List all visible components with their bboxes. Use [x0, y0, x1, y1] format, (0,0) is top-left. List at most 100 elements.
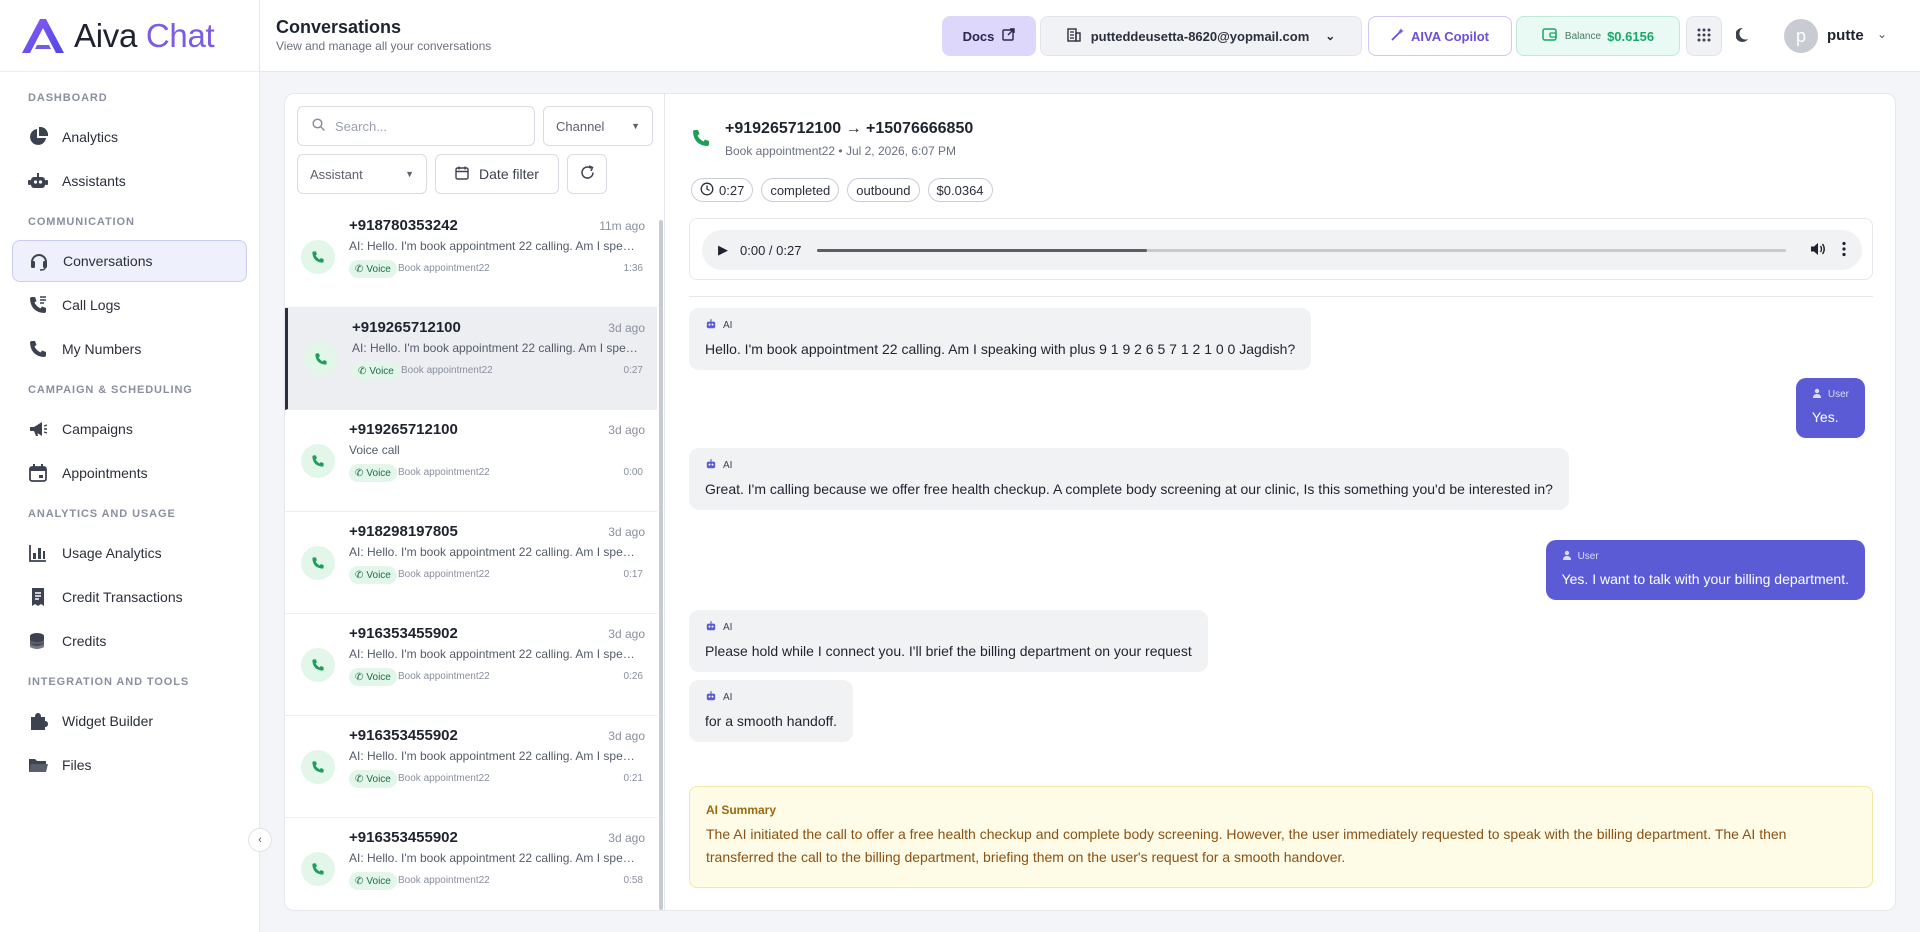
- phone-icon: ✆: [355, 467, 364, 479]
- message-bubble-ai: AI Please hold while I connect you. I'll…: [689, 610, 1208, 672]
- ai-summary-text: The AI initiated the call to offer a fre…: [706, 826, 1787, 865]
- conversation-assistant: Book appointment22: [398, 773, 490, 784]
- sidebar-item-label: Appointments: [62, 465, 148, 481]
- play-icon[interactable]: ▶: [718, 242, 728, 258]
- collapse-sidebar-button[interactable]: ‹: [248, 828, 272, 852]
- sidebar-item-assistants[interactable]: Assistants: [12, 160, 247, 202]
- phone-icon: [301, 546, 335, 580]
- sidebar-item-usage-analytics[interactable]: Usage Analytics: [12, 532, 247, 574]
- balance-display[interactable]: Balance $0.6156: [1516, 16, 1680, 56]
- volume-icon[interactable]: [1810, 241, 1826, 260]
- date-filter-button[interactable]: Date filter: [435, 154, 559, 194]
- sidebar-item-label: Analytics: [62, 129, 119, 145]
- sidebar-item-conversations[interactable]: Conversations: [12, 240, 247, 282]
- conversation-preview: Voice call: [349, 443, 400, 457]
- sidebar-item-label: Campaigns: [62, 421, 133, 437]
- docs-button[interactable]: Docs: [942, 16, 1036, 56]
- headset-icon: [31, 254, 47, 271]
- sidebar-item-my-numbers[interactable]: My Numbers: [12, 328, 247, 370]
- channel-badge-label: Voice: [366, 263, 391, 275]
- conversation-assistant: Book appointment22: [398, 671, 490, 682]
- conversation-time: 3d ago: [608, 627, 645, 641]
- sidebar-item-analytics[interactable]: Analytics: [12, 116, 247, 158]
- docs-label: Docs: [962, 28, 995, 44]
- username[interactable]: putte: [1827, 27, 1864, 44]
- message-role: User: [1577, 551, 1599, 562]
- phone-icon: [301, 444, 335, 478]
- sidebar-item-appointments[interactable]: Appointments: [12, 452, 247, 494]
- conversation-time: 3d ago: [608, 423, 645, 437]
- conversation-detail: +919265712100 → +15076666850 Book appoin…: [665, 94, 1895, 910]
- conversation-duration: 1:36: [623, 263, 643, 274]
- conversation-row[interactable]: +916353455902 3d ago AI: Hello. I'm book…: [285, 818, 657, 910]
- more-options-icon[interactable]: [1842, 241, 1846, 260]
- magic-wand-icon: [1391, 28, 1404, 44]
- caret-down-icon: ▼: [631, 121, 640, 131]
- theme-toggle-button[interactable]: [1726, 16, 1762, 56]
- refresh-button[interactable]: [567, 154, 607, 194]
- search-input[interactable]: Search...: [297, 106, 535, 146]
- sidebar-item-credits[interactable]: Credits: [12, 620, 247, 662]
- channel-badge-label: Voice: [366, 773, 391, 785]
- channel-badge: ✆ Voice: [349, 872, 397, 890]
- conversation-time: 3d ago: [608, 525, 645, 539]
- channel-select[interactable]: Channel ▼: [543, 106, 653, 146]
- sidebar-item-campaigns[interactable]: Campaigns: [12, 408, 247, 450]
- grid-icon: [1697, 28, 1711, 45]
- sidebar-item-label: Credits: [62, 633, 107, 649]
- assistant-select[interactable]: Assistant ▼: [297, 154, 427, 194]
- conversation-row[interactable]: +919265712100 3d ago Voice call ✆ Voice B…: [285, 410, 657, 512]
- audio-seek-bar[interactable]: [817, 248, 1786, 252]
- audio-player[interactable]: ▶ 0:00 / 0:27: [702, 230, 1862, 270]
- sidebar-item-label: Call Logs: [62, 297, 121, 313]
- call-tags: 0:27 completed outbound $0.0364: [691, 178, 993, 202]
- conversation-row[interactable]: +918298197805 3d ago AI: Hello. I'm book…: [285, 512, 657, 614]
- channel-badge: ✆ Voice: [352, 362, 400, 380]
- sidebar-item-widget-builder[interactable]: Widget Builder: [12, 700, 247, 742]
- status-tag: completed: [761, 178, 840, 202]
- chevron-down-icon[interactable]: ⌄: [1877, 27, 1887, 41]
- channel-badge: ✆ Voice: [349, 260, 397, 278]
- sidebar-item-call-logs[interactable]: Call Logs: [12, 284, 247, 326]
- message-bubble-user: User Yes. I want to talk with your billi…: [1545, 540, 1865, 600]
- conversation-time: 3d ago: [608, 831, 645, 845]
- account-email: putteddeusetta-8620@yopmail.com: [1090, 28, 1310, 44]
- top-header: Conversations View and manage all your c…: [260, 0, 1920, 72]
- channel-badge-label: Voice: [366, 671, 391, 683]
- conversation-row[interactable]: +916353455902 3d ago AI: Hello. I'm book…: [285, 614, 657, 716]
- search-placeholder: Search...: [335, 118, 388, 134]
- phone-icon: ✆: [355, 263, 364, 275]
- ai-summary: AI Summary The AI initiated the call to …: [689, 786, 1873, 888]
- message-text: Yes.: [1811, 409, 1839, 425]
- robot-icon: [28, 173, 48, 188]
- audio-buffered-fill: [817, 248, 1147, 252]
- apps-grid-button[interactable]: [1686, 16, 1722, 56]
- message-bubble-ai: AI for a smooth handoff.: [689, 680, 854, 742]
- aiva-copilot-button[interactable]: AIVA Copilot: [1368, 16, 1512, 56]
- conversation-row[interactable]: +919265712100 3d ago AI: Hello. I'm book…: [285, 308, 657, 410]
- phone-icon: ✆: [355, 569, 364, 581]
- sidebar-item-label: My Numbers: [62, 341, 142, 357]
- chevron-down-icon: ⌄: [1325, 29, 1336, 43]
- conversation-row[interactable]: +918780353242 11m ago AI: Hello. I'm boo…: [285, 206, 657, 308]
- avatar[interactable]: p: [1784, 19, 1818, 53]
- copilot-label: AIVA Copilot: [1411, 28, 1489, 44]
- conversation-assistant: Book appointment22: [398, 467, 490, 478]
- nav-section-title: ANALYTICS AND USAGE: [28, 508, 176, 520]
- brand-logo[interactable]: Aiva Chat: [0, 0, 259, 72]
- conversation-duration: 0:26: [623, 671, 643, 682]
- external-link-icon: [1002, 28, 1016, 44]
- sidebar-item-label: Widget Builder: [62, 713, 154, 729]
- list-scrollbar[interactable]: [659, 220, 663, 910]
- conversation-time: 3d ago: [608, 321, 645, 335]
- sidebar-item-files[interactable]: Files: [12, 744, 247, 786]
- wallet-icon: [1542, 27, 1557, 45]
- message-bubble-ai: AI Great. I'm calling because we offer f…: [689, 448, 1569, 510]
- receipt-icon: [32, 588, 44, 606]
- refresh-icon: [580, 165, 595, 183]
- conversation-row[interactable]: +916353455902 3d ago AI: Hello. I'm book…: [285, 716, 657, 818]
- calendar-icon: [455, 166, 469, 183]
- organization-select[interactable]: putteddeusetta-8620@yopmail.com ⌄: [1040, 16, 1362, 56]
- clock-icon: [700, 182, 714, 199]
- sidebar-item-credit-transactions[interactable]: Credit Transactions: [12, 576, 247, 618]
